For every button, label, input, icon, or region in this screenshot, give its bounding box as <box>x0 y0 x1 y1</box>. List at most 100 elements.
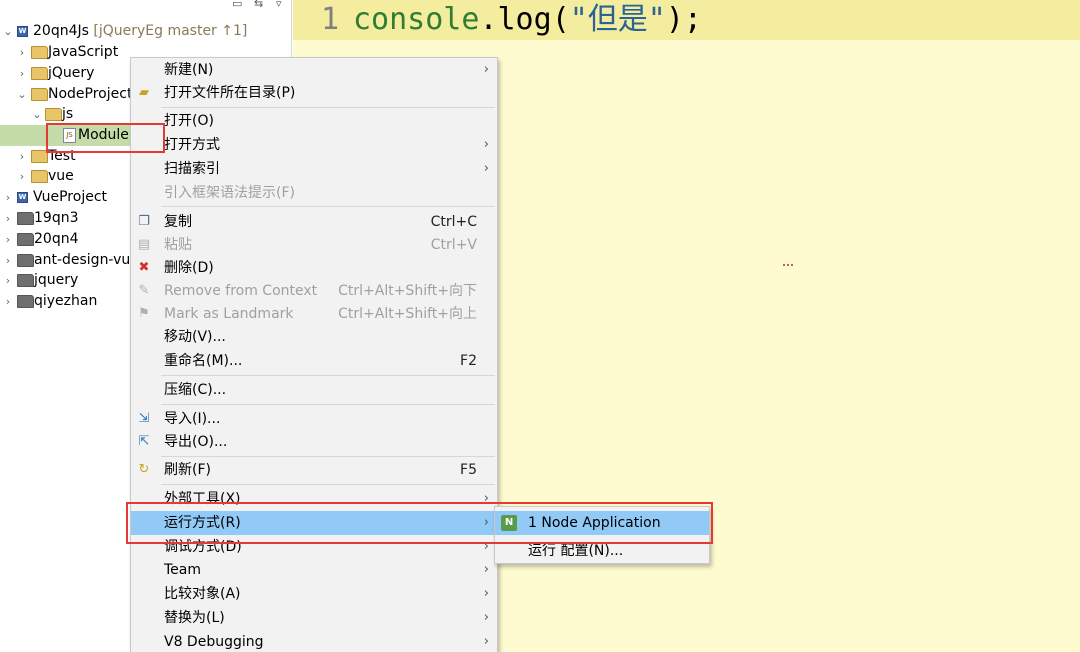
tree-item-label: VueProject <box>33 189 108 205</box>
menu-separator <box>161 456 495 457</box>
explorer-toolbar: ▭ ⇆ ▿ <box>228 0 291 14</box>
folder-icon <box>31 46 48 59</box>
tree-item-label: 20qn4Js [jQueryEg master ↑1] <box>33 23 248 39</box>
menu-separator <box>161 404 495 405</box>
code-dot: . <box>479 2 498 37</box>
folder-icon <box>17 274 34 287</box>
tree-item-label: jQuery <box>48 65 95 81</box>
error-marker <box>783 264 793 266</box>
menu-item-replace-with[interactable]: 替换为(L) › <box>131 606 497 630</box>
menu-item-remove-from-context[interactable]: ✎ Remove from Context Ctrl+Alt+Shift+向下 <box>131 279 497 303</box>
menu-item-import[interactable]: ⇲ 导入(I)... <box>131 407 497 431</box>
menu-item-v8-debugging[interactable]: V8 Debugging › <box>131 630 497 652</box>
menu-item-label: Mark as Landmark <box>164 306 294 322</box>
menu-item-label: 打开文件所在目录(P) <box>164 85 296 101</box>
menu-item-mark-as-landmark[interactable]: ⚑ Mark as Landmark Ctrl+Alt+Shift+向上 <box>131 302 497 326</box>
menu-item-team[interactable]: Team › <box>131 558 497 582</box>
menu-item-open[interactable]: 打开(O) <box>131 109 497 133</box>
chevron-right-icon[interactable]: › <box>3 250 13 271</box>
link-editor-icon[interactable]: ⇆ <box>254 0 263 10</box>
menu-item-label: Team <box>164 562 202 578</box>
menu-item-label: 移动(V)... <box>164 329 226 345</box>
submenu-arrow-icon: › <box>483 137 489 152</box>
chevron-right-icon[interactable]: › <box>3 187 13 208</box>
tree-item-label: 20qn4 <box>34 231 79 247</box>
chevron-right-icon[interactable]: › <box>3 291 13 312</box>
menu-separator <box>161 107 495 108</box>
menu-item-export[interactable]: ⇱ 导出(O)... <box>131 430 497 454</box>
menu-item-label: 新建(N) <box>164 62 214 78</box>
chevron-right-icon[interactable]: › <box>17 146 27 167</box>
menu-item-open-containing-folder[interactable]: ▰ 打开文件所在目录(P) <box>131 81 497 105</box>
menu-separator <box>161 484 495 485</box>
import-icon: ⇲ <box>138 411 150 426</box>
menu-item-label: 删除(D) <box>164 260 214 276</box>
menu-item-compress[interactable]: 压缩(C)... <box>131 378 497 402</box>
menu-separator <box>161 206 495 207</box>
delete-icon: ✖ <box>138 260 150 275</box>
menu-item-framework-hints[interactable]: 引入框架语法提示(F) <box>131 181 497 205</box>
tree-item-label: vue <box>48 168 74 184</box>
chevron-down-icon[interactable]: ⌄ <box>3 21 13 42</box>
menu-item-shortcut: F2 <box>460 353 477 369</box>
menu-item-new[interactable]: 新建(N) › <box>131 58 497 82</box>
menu-item-move[interactable]: 移动(V)... <box>131 325 497 349</box>
menu-item-label: 引入框架语法提示(F) <box>164 185 295 201</box>
folder-icon <box>17 212 34 225</box>
menu-item-open-with[interactable]: 打开方式 › <box>131 133 497 157</box>
collapse-all-icon[interactable]: ▭ <box>232 0 242 10</box>
refresh-icon: ↻ <box>138 462 150 477</box>
menu-item-label: 重命名(M)... <box>164 353 243 369</box>
tree-item-label: 19qn3 <box>34 210 79 226</box>
chevron-right-icon[interactable]: › <box>3 208 13 229</box>
menu-item-shortcut: Ctrl+Alt+Shift+向上 <box>338 306 477 322</box>
export-icon: ⇱ <box>138 434 150 449</box>
submenu-arrow-icon: › <box>483 62 489 77</box>
menu-item-compare-with[interactable]: 比较对象(A) › <box>131 582 497 606</box>
code-object: console <box>353 2 480 37</box>
tree-item-label: ant-design-vue <box>34 252 139 268</box>
menu-item-label: 打开(O) <box>164 113 214 129</box>
paste-icon: ▤ <box>137 237 151 252</box>
menu-item-label: 导入(I)... <box>164 411 221 427</box>
folder-icon <box>31 67 48 80</box>
tree-item-20qn4js[interactable]: ⌄ W 20qn4Js [jQueryEg master ↑1] <box>0 21 291 42</box>
menu-item-scan-index[interactable]: 扫描索引 › <box>131 157 497 181</box>
menu-item-label: 粘贴 <box>164 237 192 253</box>
menu-item-rename[interactable]: 重命名(M)... F2 <box>131 349 497 373</box>
chevron-right-icon[interactable]: › <box>17 42 27 63</box>
menu-item-shortcut: Ctrl+C <box>430 214 477 230</box>
tree-item-label: NodeProject <box>48 86 133 102</box>
line-number: 1 <box>321 2 340 37</box>
menu-item-label: Remove from Context <box>164 283 318 299</box>
code-line[interactable]: console.log("但是"); <box>353 0 702 40</box>
tree-item-label: qiyezhan <box>34 293 98 309</box>
folder-icon <box>17 254 34 267</box>
chevron-down-icon[interactable]: ⌄ <box>32 104 42 125</box>
code-open-paren: ( <box>551 2 570 37</box>
folder-icon <box>31 88 48 101</box>
code-function: log <box>497 2 552 37</box>
menu-item-shortcut: Ctrl+Alt+Shift+向下 <box>338 283 477 299</box>
menu-item-copy[interactable]: ❐ 复制 Ctrl+C <box>131 210 497 234</box>
submenu-arrow-icon: › <box>483 634 489 649</box>
tree-item-label: js <box>62 106 74 122</box>
menu-item-refresh[interactable]: ↻ 刷新(F) F5 <box>131 458 497 482</box>
project-icon: W <box>17 192 28 203</box>
menu-item-label: 替换为(L) <box>164 610 225 626</box>
folder-icon <box>45 108 62 121</box>
chevron-down-icon[interactable]: ⌄ <box>17 84 27 105</box>
menu-item-delete[interactable]: ✖ 删除(D) <box>131 256 497 280</box>
menu-item-label: V8 Debugging <box>164 634 264 650</box>
chevron-right-icon[interactable]: › <box>3 270 13 291</box>
menu-item-paste[interactable]: ▤ 粘贴 Ctrl+V <box>131 233 497 257</box>
chevron-right-icon[interactable]: › <box>3 229 13 250</box>
folder-icon <box>31 170 48 183</box>
project-icon: W <box>17 26 28 37</box>
menu-item-label: 刷新(F) <box>164 462 211 478</box>
chevron-right-icon[interactable]: › <box>17 166 27 187</box>
folder-open-icon: ▰ <box>139 85 149 100</box>
chevron-right-icon[interactable]: › <box>17 63 27 84</box>
view-menu-icon[interactable]: ▿ <box>276 0 282 10</box>
submenu-arrow-icon: › <box>483 562 489 577</box>
